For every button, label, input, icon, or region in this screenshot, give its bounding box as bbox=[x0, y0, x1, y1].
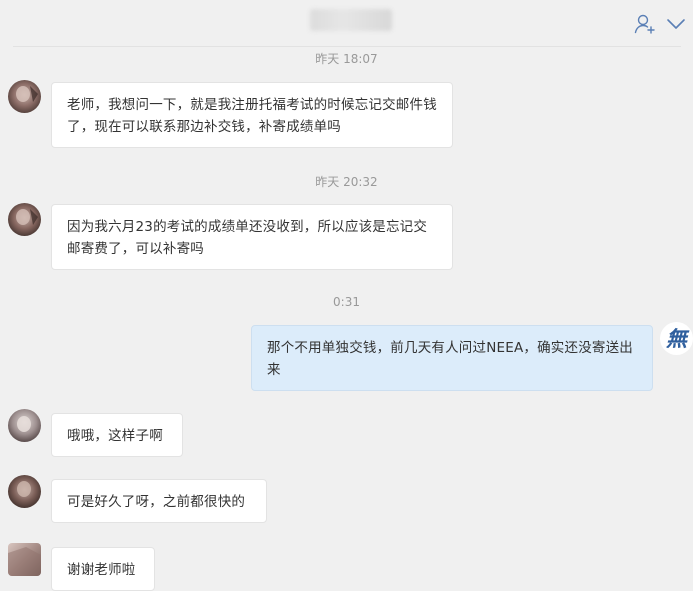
person-add-icon[interactable] bbox=[633, 12, 657, 36]
avatar-image bbox=[8, 475, 41, 508]
message-bubble-self[interactable]: 那个不用单独交钱，前几天有人问过NEEA，确实还没寄送出来 bbox=[251, 325, 653, 391]
message-bubble-other[interactable]: 老师，我想问一下，就是我注册托福考试的时候忘记交邮件钱了，现在可以联系那边补交钱… bbox=[51, 82, 453, 148]
message-bubble-other[interactable]: 可是好久了呀，之前都很快的 bbox=[51, 479, 267, 523]
self-avatar-glyph: 無 bbox=[666, 326, 687, 351]
timestamp: 昨天 20:32 bbox=[315, 175, 378, 189]
avatar-image bbox=[8, 203, 41, 236]
contact-name: lu_chen bbox=[310, 9, 392, 31]
avatar[interactable] bbox=[8, 475, 41, 508]
avatar[interactable] bbox=[8, 409, 41, 442]
avatar-image bbox=[8, 80, 41, 113]
message-bubble-other[interactable]: 哦哦，这样子啊 bbox=[51, 413, 183, 457]
message-bubble-other[interactable]: 谢谢老师啦 bbox=[51, 547, 155, 591]
self-avatar[interactable]: 無 bbox=[660, 322, 693, 355]
chevron-down-icon[interactable] bbox=[664, 12, 688, 36]
avatar-image bbox=[8, 543, 41, 576]
avatar[interactable] bbox=[8, 203, 41, 236]
chat-header: lu_chen bbox=[0, 0, 693, 46]
avatar-image bbox=[8, 409, 41, 442]
header-divider bbox=[13, 46, 681, 47]
avatar[interactable] bbox=[8, 543, 41, 576]
person-add-icon-glyph bbox=[634, 14, 655, 34]
chevron-down-icon-glyph bbox=[667, 19, 685, 29]
message-bubble-other[interactable]: 因为我六月23的考试的成绩单还没收到，所以应该是忘记交邮寄费了，可以补寄吗 bbox=[51, 204, 453, 270]
timestamp: 昨天 18:07 bbox=[315, 52, 378, 66]
avatar[interactable] bbox=[8, 80, 41, 113]
timestamp: 0:31 bbox=[333, 295, 360, 309]
